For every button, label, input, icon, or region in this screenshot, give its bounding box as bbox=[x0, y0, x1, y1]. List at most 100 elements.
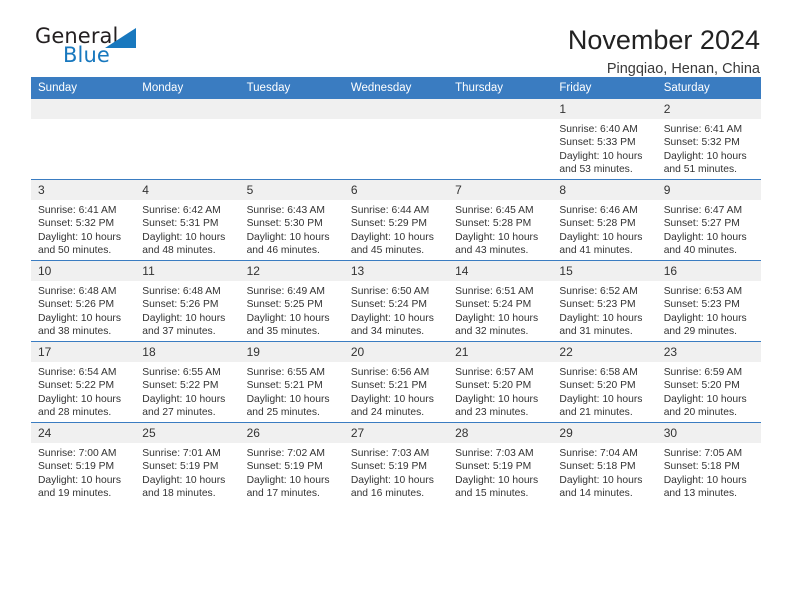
day-details: Sunrise: 6:49 AM Sunset: 5:25 PM Daylight:… bbox=[240, 281, 344, 339]
day-number bbox=[448, 99, 553, 119]
weekday-header-row: Sunday Monday Tuesday Wednesday Thursday… bbox=[31, 77, 761, 99]
day-number: 10 bbox=[31, 261, 136, 281]
sunrise-text: Sunrise: 6:52 AM bbox=[559, 286, 638, 297]
weekday-header-sunday: Sunday bbox=[31, 77, 136, 99]
sunset-text: Sunset: 5:20 PM bbox=[559, 380, 636, 392]
daylight-text: Daylight: 10 hours and 17 minutes. bbox=[246, 474, 330, 500]
day-details: Sunrise: 6:45 AM Sunset: 5:28 PM Daylight:… bbox=[448, 200, 552, 258]
calendar-day-cell[interactable]: 11 Sunrise: 6:48 AM Sunset: 5:26 PM Dayligh… bbox=[135, 260, 240, 342]
calendar-day-cell[interactable]: 28 Sunrise: 7:03 AM Sunset: 5:19 PM Dayligh… bbox=[448, 422, 553, 503]
day-details: Sunrise: 6:42 AM Sunset: 5:31 PM Daylight:… bbox=[135, 200, 239, 258]
sunset-text: Sunset: 5:33 PM bbox=[559, 137, 636, 149]
sunrise-text: Sunrise: 6:42 AM bbox=[142, 205, 221, 216]
calendar-day-cell[interactable]: 12 Sunrise: 6:49 AM Sunset: 5:25 PM Dayligh… bbox=[239, 260, 344, 342]
day-number: 25 bbox=[135, 423, 240, 443]
weekday-header-saturday: Saturday bbox=[656, 77, 761, 99]
daylight-text: Daylight: 10 hours and 20 minutes. bbox=[663, 393, 747, 419]
calendar-day-cell[interactable]: 4 Sunrise: 6:42 AM Sunset: 5:31 PM Daylight… bbox=[135, 179, 240, 261]
daylight-text: Daylight: 10 hours and 45 minutes. bbox=[350, 231, 434, 257]
sunset-text: Sunset: 5:21 PM bbox=[350, 380, 427, 392]
sunrise-text: Sunrise: 6:56 AM bbox=[350, 367, 430, 378]
sunrise-text: Sunrise: 6:57 AM bbox=[455, 367, 534, 378]
day-details: Sunrise: 7:03 AM Sunset: 5:19 PM Daylight:… bbox=[448, 443, 552, 501]
daylight-text: Daylight: 10 hours and 48 minutes. bbox=[142, 231, 226, 257]
daylight-text: Daylight: 10 hours and 25 minutes. bbox=[246, 393, 330, 419]
calendar-day-cell[interactable]: 27 Sunrise: 7:03 AM Sunset: 5:19 PM Dayligh… bbox=[343, 422, 449, 503]
weekday-header-thursday: Thursday bbox=[448, 77, 553, 99]
calendar-day-cell[interactable]: 19 Sunrise: 6:55 AM Sunset: 5:21 PM Dayligh… bbox=[239, 341, 344, 423]
day-details: Sunrise: 6:50 AM Sunset: 5:24 PM Daylight:… bbox=[344, 281, 448, 339]
sunset-text: Sunset: 5:19 PM bbox=[38, 461, 115, 473]
calendar-day-cell[interactable]: 30 Sunrise: 7:05 AM Sunset: 5:18 PM Dayligh… bbox=[656, 422, 761, 503]
calendar-day-cell[interactable]: 20 Sunrise: 6:56 AM Sunset: 5:21 PM Dayligh… bbox=[343, 341, 449, 423]
calendar-week-row: 10 Sunrise: 6:48 AM Sunset: 5:26 PM Dayligh… bbox=[31, 260, 761, 342]
day-details: Sunrise: 7:05 AM Sunset: 5:18 PM Daylight:… bbox=[657, 443, 761, 501]
day-details: Sunrise: 7:01 AM Sunset: 5:19 PM Daylight:… bbox=[135, 443, 239, 501]
calendar-day-cell[interactable]: 14 Sunrise: 6:51 AM Sunset: 5:24 PM Dayligh… bbox=[448, 260, 553, 342]
sunset-text: Sunset: 5:24 PM bbox=[455, 299, 532, 311]
day-number bbox=[135, 99, 240, 119]
calendar-day-cell[interactable]: 13 Sunrise: 6:50 AM Sunset: 5:24 PM Dayligh… bbox=[343, 260, 449, 342]
calendar-day-cell[interactable]: 10 Sunrise: 6:48 AM Sunset: 5:26 PM Dayligh… bbox=[31, 260, 136, 342]
calendar-day-cell[interactable]: 5 Sunrise: 6:43 AM Sunset: 5:30 PM Daylight… bbox=[239, 179, 344, 261]
calendar-page: General Blue November 2024 Pingqiao, Hen… bbox=[0, 0, 792, 612]
sunrise-text: Sunrise: 6:41 AM bbox=[663, 124, 743, 135]
sunset-text: Sunset: 5:28 PM bbox=[559, 218, 636, 230]
calendar-day-cell[interactable]: 3 Sunrise: 6:41 AM Sunset: 5:32 PM Daylight… bbox=[31, 179, 136, 261]
daylight-text: Daylight: 10 hours and 21 minutes. bbox=[559, 393, 643, 419]
sunrise-text: Sunrise: 6:59 AM bbox=[663, 367, 743, 378]
calendar-day-cell[interactable]: 1 Sunrise: 6:40 AM Sunset: 5:33 PM Daylight… bbox=[552, 99, 657, 180]
calendar-day-cell[interactable]: 16 Sunrise: 6:53 AM Sunset: 5:23 PM Dayligh… bbox=[656, 260, 761, 342]
day-number: 9 bbox=[656, 180, 761, 200]
calendar-day-cell[interactable]: 29 Sunrise: 7:04 AM Sunset: 5:18 PM Dayligh… bbox=[552, 422, 657, 503]
sunset-text: Sunset: 5:19 PM bbox=[142, 461, 219, 473]
calendar-day-cell[interactable]: 23 Sunrise: 6:59 AM Sunset: 5:20 PM Dayligh… bbox=[656, 341, 761, 423]
logo-text-blue: Blue bbox=[63, 43, 110, 67]
day-details: Sunrise: 6:47 AM Sunset: 5:27 PM Daylight:… bbox=[657, 200, 761, 258]
sunrise-text: Sunrise: 6:55 AM bbox=[246, 367, 325, 378]
day-details: Sunrise: 6:48 AM Sunset: 5:26 PM Daylight:… bbox=[31, 281, 135, 339]
sunrise-text: Sunrise: 7:04 AM bbox=[559, 448, 638, 459]
daylight-text: Daylight: 10 hours and 40 minutes. bbox=[663, 231, 747, 257]
daylight-text: Daylight: 10 hours and 32 minutes. bbox=[455, 312, 539, 338]
calendar-day-cell[interactable]: 24 Sunrise: 7:00 AM Sunset: 5:19 PM Dayligh… bbox=[31, 422, 136, 503]
calendar-day-cell-empty bbox=[448, 99, 553, 180]
calendar-day-cell[interactable]: 6 Sunrise: 6:44 AM Sunset: 5:29 PM Daylight… bbox=[343, 179, 449, 261]
calendar-day-cell[interactable]: 21 Sunrise: 6:57 AM Sunset: 5:20 PM Dayligh… bbox=[448, 341, 553, 423]
calendar-day-cell[interactable]: 7 Sunrise: 6:45 AM Sunset: 5:28 PM Daylight… bbox=[448, 179, 553, 261]
day-number: 4 bbox=[135, 180, 240, 200]
calendar-day-cell[interactable]: 26 Sunrise: 7:02 AM Sunset: 5:19 PM Dayligh… bbox=[239, 422, 344, 503]
weekday-header-wednesday: Wednesday bbox=[343, 77, 449, 99]
calendar-day-cell[interactable]: 25 Sunrise: 7:01 AM Sunset: 5:19 PM Dayligh… bbox=[135, 422, 240, 503]
calendar-day-cell[interactable]: 9 Sunrise: 6:47 AM Sunset: 5:27 PM Daylight… bbox=[656, 179, 761, 261]
day-details: Sunrise: 6:43 AM Sunset: 5:30 PM Daylight:… bbox=[240, 200, 344, 258]
day-number: 17 bbox=[31, 342, 136, 362]
sunrise-text: Sunrise: 7:02 AM bbox=[246, 448, 325, 459]
day-details: Sunrise: 7:00 AM Sunset: 5:19 PM Daylight:… bbox=[31, 443, 135, 501]
sunrise-text: Sunrise: 6:48 AM bbox=[38, 286, 117, 297]
calendar-day-cell[interactable]: 2 Sunrise: 6:41 AM Sunset: 5:32 PM Daylight… bbox=[656, 99, 761, 180]
daylight-text: Daylight: 10 hours and 24 minutes. bbox=[350, 393, 434, 419]
calendar-day-cell[interactable]: 22 Sunrise: 6:58 AM Sunset: 5:20 PM Dayligh… bbox=[552, 341, 657, 423]
calendar-day-cell[interactable]: 17 Sunrise: 6:54 AM Sunset: 5:22 PM Dayligh… bbox=[31, 341, 136, 423]
day-number bbox=[31, 99, 136, 119]
general-blue-logo[interactable]: General Blue bbox=[31, 24, 151, 70]
day-details: Sunrise: 6:57 AM Sunset: 5:20 PM Daylight:… bbox=[448, 362, 552, 420]
calendar-day-cell[interactable]: 15 Sunrise: 6:52 AM Sunset: 5:23 PM Dayligh… bbox=[552, 260, 657, 342]
daylight-text: Daylight: 10 hours and 15 minutes. bbox=[455, 474, 539, 500]
day-number: 13 bbox=[343, 261, 449, 281]
day-number: 11 bbox=[135, 261, 240, 281]
calendar-day-cell[interactable]: 8 Sunrise: 6:46 AM Sunset: 5:28 PM Daylight… bbox=[552, 179, 657, 261]
day-number: 1 bbox=[552, 99, 657, 119]
daylight-text: Daylight: 10 hours and 46 minutes. bbox=[246, 231, 330, 257]
sunset-text: Sunset: 5:23 PM bbox=[663, 299, 740, 311]
page-header: General Blue November 2024 Pingqiao, Hen… bbox=[31, 0, 761, 77]
sunset-text: Sunset: 5:32 PM bbox=[38, 218, 115, 230]
day-details: Sunrise: 7:03 AM Sunset: 5:19 PM Daylight:… bbox=[344, 443, 448, 501]
day-details: Sunrise: 6:40 AM Sunset: 5:33 PM Daylight:… bbox=[552, 119, 656, 177]
calendar-grid: Sunday Monday Tuesday Wednesday Thursday… bbox=[31, 77, 761, 503]
sunrise-text: Sunrise: 6:51 AM bbox=[455, 286, 534, 297]
daylight-text: Daylight: 10 hours and 27 minutes. bbox=[142, 393, 226, 419]
day-number: 18 bbox=[135, 342, 240, 362]
calendar-day-cell[interactable]: 18 Sunrise: 6:55 AM Sunset: 5:22 PM Dayligh… bbox=[135, 341, 240, 423]
